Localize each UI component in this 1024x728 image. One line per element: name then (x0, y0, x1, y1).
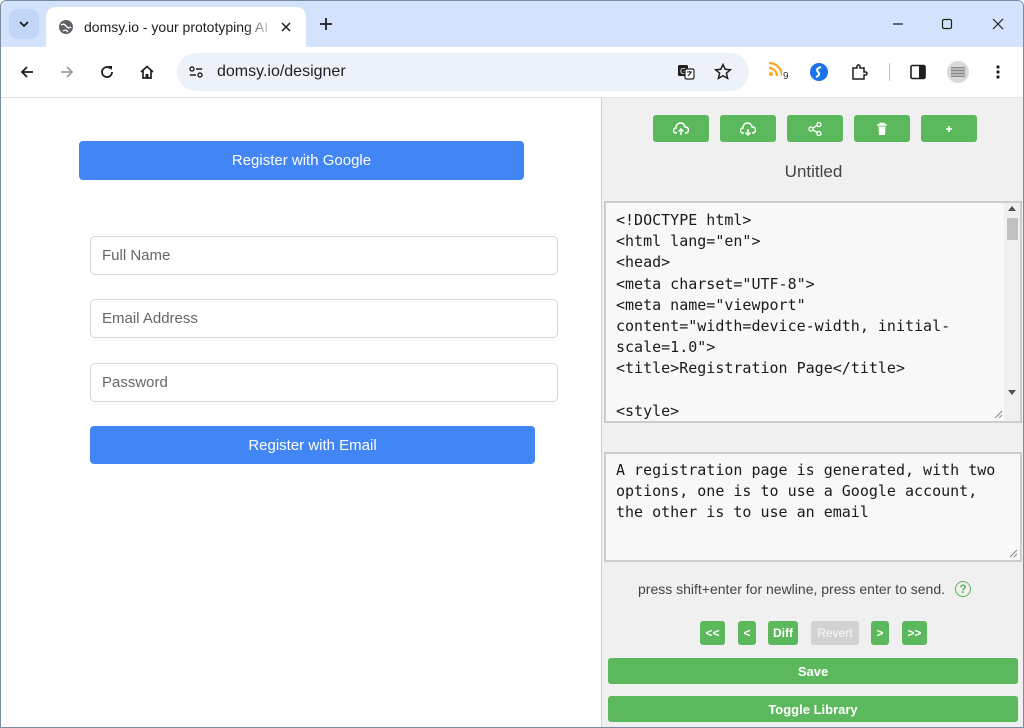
site-settings-icon[interactable] (188, 64, 204, 80)
code-editor[interactable]: <!DOCTYPE html> <html lang="en"> <head> … (604, 201, 1022, 423)
plus-icon (946, 125, 952, 132)
shazam-icon (810, 63, 828, 81)
active-tab[interactable]: domsy.io - your prototyping AI (46, 7, 306, 47)
share-icon (808, 121, 822, 136)
translate-icon[interactable]: G (677, 63, 695, 81)
resize-grip-icon[interactable] (994, 410, 1003, 419)
last-version-button[interactable]: >> (902, 621, 927, 645)
document-title[interactable]: Untitled (602, 162, 1023, 182)
more-vertical-icon (996, 65, 1000, 79)
forward-button[interactable] (55, 60, 79, 84)
chevron-down-icon (19, 21, 29, 28)
tab-strip: domsy.io - your prototyping AI (1, 1, 1023, 47)
maximize-button[interactable] (935, 13, 959, 35)
password-input[interactable]: Password (90, 363, 558, 402)
register-email-button[interactable]: Register with Email (90, 426, 535, 464)
trash-icon (877, 122, 887, 135)
extensions-button[interactable] (847, 60, 871, 84)
share-button[interactable] (787, 115, 843, 142)
minimize-button[interactable] (886, 13, 910, 35)
first-version-button[interactable]: << (700, 621, 725, 645)
side-panel-icon (910, 64, 926, 80)
new-design-button[interactable] (921, 115, 977, 142)
designer-panel: Untitled <!DOCTYPE html> <html lang="en"… (601, 98, 1023, 727)
hint-text: press shift+enter for newline, press ent… (638, 581, 945, 597)
toolbar-divider (889, 63, 890, 81)
code-content: <!DOCTYPE html> <html lang="en"> <head> … (616, 211, 951, 420)
upload-button[interactable] (653, 115, 709, 142)
prompt-text: A registration page is generated, with t… (616, 461, 996, 522)
maximize-icon (941, 18, 953, 30)
new-tab-button[interactable] (315, 13, 337, 35)
minimize-icon (893, 23, 903, 25)
browser-toolbar: domsy.io/designer G 9 (1, 47, 1023, 98)
toggle-library-button[interactable]: Toggle Library (608, 696, 1018, 722)
globe-icon (58, 19, 74, 35)
resize-grip-icon[interactable] (1009, 549, 1018, 558)
close-tab-icon[interactable] (278, 19, 294, 35)
profile-button[interactable] (946, 60, 970, 84)
scroll-down-arrow-icon[interactable] (1008, 390, 1016, 396)
save-button[interactable]: Save (608, 658, 1018, 684)
email-input[interactable]: Email Address (90, 299, 558, 338)
address-bar[interactable]: domsy.io/designer G (177, 53, 749, 91)
tab-title: domsy.io - your prototyping AI (84, 19, 269, 35)
back-button[interactable] (15, 60, 39, 84)
delete-button[interactable] (854, 115, 910, 142)
diff-button[interactable]: Diff (768, 621, 798, 645)
home-button[interactable] (135, 60, 159, 84)
browser-menu-button[interactable] (986, 60, 1010, 84)
download-button[interactable] (720, 115, 776, 142)
prompt-input[interactable]: A registration page is generated, with t… (604, 452, 1022, 562)
scroll-thumb[interactable] (1007, 218, 1018, 240)
download-cloud-icon (740, 121, 756, 136)
arrow-right-icon (61, 66, 74, 78)
avatar (947, 61, 969, 83)
revert-button[interactable]: Revert (811, 621, 859, 645)
full-name-input[interactable]: Full Name (90, 236, 558, 275)
bookmark-star-icon[interactable] (714, 63, 732, 81)
plus-icon (320, 18, 332, 30)
reload-button[interactable] (95, 60, 119, 84)
home-icon (140, 65, 154, 79)
puzzle-icon (852, 64, 868, 80)
input-hint: press shift+enter for newline, press ent… (638, 581, 971, 597)
url-text: domsy.io/designer (217, 63, 346, 80)
code-scrollbar[interactable] (1004, 203, 1020, 421)
tab-search-button[interactable] (9, 9, 39, 39)
arrow-left-icon (20, 66, 33, 78)
scroll-up-arrow-icon[interactable] (1008, 205, 1016, 211)
reload-icon (101, 66, 113, 78)
browser-window: domsy.io - your prototyping AI domsy.io/… (0, 0, 1024, 728)
rss-extension-button[interactable]: 9 (765, 60, 790, 84)
shazam-extension-button[interactable] (807, 60, 831, 84)
extension-badge: 9 (782, 71, 790, 82)
side-panel-button[interactable] (906, 60, 930, 84)
register-google-button[interactable]: Register with Google (79, 141, 524, 180)
prev-version-button[interactable]: < (738, 621, 756, 645)
close-window-button[interactable] (986, 13, 1010, 35)
upload-cloud-icon (673, 121, 689, 135)
design-preview: Register with Google Full Name Email Add… (1, 98, 601, 727)
help-icon[interactable]: ? (955, 581, 971, 597)
next-version-button[interactable]: > (871, 621, 889, 645)
close-icon (992, 18, 1004, 30)
